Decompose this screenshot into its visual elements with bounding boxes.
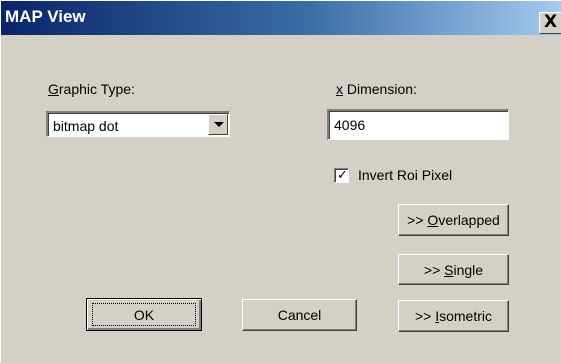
- isometric-button[interactable]: >> Isometric: [398, 300, 509, 332]
- invert-roi-checkbox[interactable]: ✓: [334, 168, 349, 183]
- x-dimension-value: 4096: [334, 117, 366, 133]
- cancel-button[interactable]: Cancel: [242, 299, 357, 331]
- close-icon: X: [543, 12, 558, 32]
- ok-button[interactable]: OK: [86, 298, 202, 331]
- title-bar[interactable]: MAP View: [1, 1, 561, 35]
- graphic-type-label: Graphic Type:: [48, 81, 135, 97]
- x-dimension-input[interactable]: 4096: [327, 109, 509, 140]
- chevron-down-icon[interactable]: [208, 114, 228, 135]
- close-button[interactable]: X: [539, 12, 561, 34]
- invert-roi-label[interactable]: Invert Roi Pixel: [358, 167, 452, 183]
- x-dimension-label: x Dimension:: [336, 81, 417, 97]
- single-button[interactable]: >> Single: [398, 254, 509, 285]
- overlapped-button[interactable]: >> Overlapped: [398, 204, 509, 236]
- graphic-type-dropdown[interactable]: bitmap dot: [46, 111, 230, 137]
- checkmark-icon: ✓: [337, 168, 348, 183]
- graphic-type-selected: bitmap dot: [53, 118, 119, 134]
- map-view-dialog: MAP View X Graphic Type: bitmap dot x Di…: [0, 0, 561, 363]
- window-title: MAP View: [5, 7, 86, 26]
